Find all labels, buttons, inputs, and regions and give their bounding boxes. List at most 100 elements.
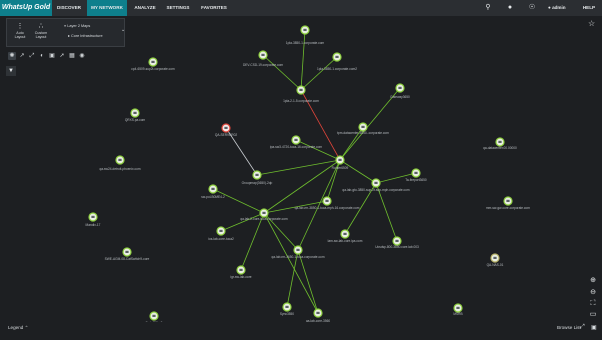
device-node[interactable]: tpm-datacenter-3850-.corporate.com — [337, 122, 389, 135]
legend-label: Legend — [8, 325, 24, 330]
device-glyph-icon — [299, 88, 303, 91]
device-node[interactable]: qa-lab-core-3560 — [306, 308, 331, 322]
device-label: cp4-6509-sup2t.corporate.com — [131, 67, 175, 71]
device-node[interactable]: Router6509 — [332, 155, 349, 170]
device-label: lam-sw-lab-core.ipa.com — [328, 239, 363, 243]
device-label: Ucsdsp-800-3850.core.lab.003 — [375, 245, 419, 249]
device-label: qa-lab-gto-3850-sup-2t-sup-mph.corporate… — [342, 188, 409, 192]
device-node[interactable]: Gateway3650 — [390, 83, 410, 99]
device-node[interactable]: Sync3550 — [280, 302, 294, 316]
device-glyph-icon — [493, 256, 497, 259]
network-link[interactable] — [212, 188, 265, 214]
device-label: sw-pol-B0ME4-2 — [201, 195, 225, 199]
device-label: 1pla-2-1-5.corporate.com — [283, 99, 319, 103]
network-map[interactable]: 1pla-3850-1.corporate.com DEV-CSD-19.corp… — [0, 16, 602, 322]
network-link[interactable] — [300, 56, 338, 91]
network-link[interactable] — [263, 212, 319, 314]
favorite-star-icon[interactable]: ☆ — [588, 19, 595, 28]
expand-icon[interactable]: ⤢ — [580, 324, 585, 331]
device-node[interactable]: MSRB — [453, 303, 463, 316]
device-label: qa-lab-rm-3650-1-tuca.corporate.com — [272, 255, 325, 259]
device-node[interactable]: qa-lab-rm-3850-1-tuca-mph-16.corporate.c… — [295, 196, 360, 210]
device-glyph-icon — [395, 239, 399, 242]
network-link[interactable] — [339, 159, 377, 184]
device-label: Router6509 — [332, 166, 349, 170]
device-glyph-icon — [211, 187, 215, 190]
app-logo[interactable]: WhatsUp Gold — [0, 0, 52, 16]
user-menu[interactable]: ● admin — [548, 0, 566, 16]
help-link[interactable]: HELP — [578, 0, 600, 16]
device-node[interactable]: Ucsdsp-800-3850.core.lab.003 — [375, 236, 419, 249]
device-node[interactable]: QA-SERVER02 — [215, 123, 237, 137]
device-node[interactable]: qa-lab-gto-3850-sup-2t-sup-mph.corporate… — [342, 178, 410, 192]
network-link[interactable] — [295, 139, 341, 161]
nav-analyze[interactable]: ANALYZE — [132, 0, 158, 16]
bell-icon[interactable]: ● — [505, 3, 515, 13]
lightbulb-icon[interactable]: ☉ — [527, 3, 537, 13]
device-label: mm-sw-gw-core.corporate.com — [486, 206, 530, 210]
fit-screen-icon[interactable]: ⛶ — [588, 299, 598, 309]
device-label: ios-lab-core-tuca2 — [208, 237, 234, 241]
device-label: 1pla-3850-1.corporate.com2 — [317, 67, 357, 71]
device-node[interactable]: mm-sw-gw-core.corporate.com — [486, 196, 530, 210]
device-label: SWE-AGM-08-CatSwitch9-core — [105, 257, 150, 261]
device-node[interactable]: qa-sw24-detroit-phoenix.com — [99, 155, 141, 171]
device-node[interactable]: QRXS.pa.com — [125, 108, 146, 122]
legend-toggle[interactable]: Legend ⌃ — [8, 325, 28, 331]
device-node[interactable]: igr-sw-lab-core — [230, 265, 252, 279]
device-glyph-icon — [239, 268, 243, 271]
device-node[interactable]: lam-sw-lab-core.ipa.com — [328, 229, 363, 243]
device-node[interactable]: Ta-fireport3650 — [405, 168, 427, 182]
device-glyph-icon — [361, 125, 365, 128]
device-glyph-icon — [285, 305, 289, 308]
device-label: Gateway3650 — [390, 95, 410, 99]
nav-discover[interactable]: DISCOVER — [55, 0, 83, 16]
zoom-out-icon[interactable]: ⊖ — [588, 288, 598, 298]
layers-icon[interactable]: ▭ — [588, 310, 598, 320]
zoom-in-icon[interactable]: ⊕ — [588, 276, 598, 286]
nav-settings[interactable]: SETTINGS — [163, 0, 193, 16]
device-label: qa-sw24-detroit-phoenix.com — [99, 167, 140, 171]
device-node[interactable]: qa-datacenter.00.00000 — [483, 137, 517, 150]
search-icon[interactable]: ⚲ — [483, 3, 493, 13]
device-label: tpm-datacenter-3850-.corporate.com — [337, 131, 389, 135]
device-node[interactable]: FedeSW-v3 — [146, 311, 163, 322]
device-node[interactable]: qa-lab-rm-3650-1-tuca.corporate.com — [272, 245, 325, 259]
user-name: admin — [552, 5, 566, 10]
device-node[interactable]: ipa-sw3-4720-tuca-16.corporate.com — [270, 135, 322, 149]
chevron-up-icon: ⌃ — [24, 325, 29, 330]
device-node[interactable]: cp4-6509-sup2t.corporate.com — [131, 57, 175, 71]
device-label: QA-NAS-01 — [487, 263, 504, 267]
device-node[interactable]: 1pla-3850-1.corporate.com2 — [317, 52, 357, 71]
device-glyph-icon — [152, 314, 156, 317]
device-label: QA-SERVER02 — [215, 133, 237, 137]
device-glyph-icon — [262, 211, 266, 214]
device-label: qa-lab-2-core-tuca.corporate.com — [240, 217, 288, 221]
device-glyph-icon — [303, 28, 307, 31]
device-node[interactable]: 1pla-3850-1.corporate.com — [286, 25, 325, 45]
device-node[interactable]: 1pla-2-1-5.corporate.com — [283, 85, 319, 103]
browse-list-link[interactable]: Browse List — [557, 325, 581, 330]
device-node[interactable]: sw-pol-B0ME4-2 — [201, 184, 225, 199]
device-node[interactable]: QA-NAS-01 — [487, 253, 504, 267]
device-label: FedeSW-v3 — [146, 321, 163, 322]
device-node[interactable]: qa-lab-2-core-tuca.corporate.com — [240, 208, 288, 221]
top-navigation-bar: WhatsUp Gold DISCOVER MY NETWORK ANALYZE… — [0, 0, 602, 16]
device-glyph-icon — [261, 53, 265, 56]
device-glyph-icon — [335, 55, 339, 58]
nav-favorites[interactable]: FAVORITES — [198, 0, 230, 16]
network-link[interactable] — [300, 29, 306, 91]
device-label: Groupmap(3650)-2dp — [242, 181, 273, 185]
map-nodes: 1pla-3850-1.corporate.com DEV-CSD-19.corp… — [86, 25, 530, 322]
network-link[interactable] — [256, 159, 341, 176]
device-glyph-icon — [91, 215, 95, 218]
network-link[interactable] — [262, 54, 302, 91]
device-label: qa-datacenter.00.00000 — [483, 146, 517, 150]
device-node[interactable]: Mandix-17 — [86, 212, 101, 227]
device-node[interactable]: DEV-CSD-19.corporate.com — [243, 50, 283, 67]
device-node[interactable]: ios-lab-core-tuca2 — [208, 226, 234, 241]
nav-my-network[interactable]: MY NETWORK — [87, 0, 127, 16]
device-label: qa-lab-rm-3850-1-tuca-mph-16.corporate.c… — [295, 206, 360, 210]
fullscreen-icon[interactable]: ▣ — [591, 324, 597, 331]
device-node[interactable]: SWE-AGM-08-CatSwitch9-core — [105, 247, 150, 261]
